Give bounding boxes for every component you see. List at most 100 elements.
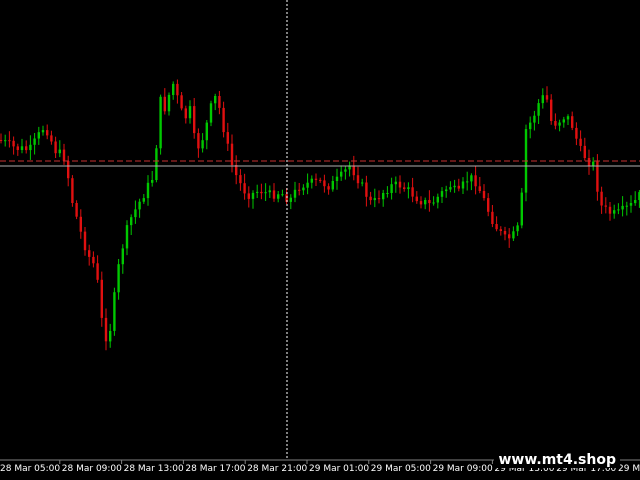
candle-body-59	[247, 193, 250, 199]
candle-body-34	[142, 198, 145, 202]
candle-body-32	[134, 209, 137, 218]
candle-body-117	[491, 211, 494, 224]
candle-body-94	[394, 181, 397, 185]
candle-body-100	[419, 201, 423, 205]
candle-body-65	[272, 190, 276, 199]
candle-body-136	[571, 116, 574, 128]
candle-body-25	[104, 317, 108, 342]
candle-body-124	[520, 192, 523, 226]
candle-body-80	[335, 176, 339, 181]
candle-body-105	[440, 191, 444, 197]
candle-body-129	[541, 95, 544, 104]
candle-body-101	[424, 200, 427, 205]
candle-body-51	[214, 96, 217, 104]
candle-body-43	[180, 95, 183, 109]
candle-body-127	[533, 115, 536, 123]
candle-body-139	[583, 145, 586, 158]
candle-body-146	[613, 210, 616, 214]
candle-body-86	[361, 182, 364, 184]
candle-body-28	[117, 264, 120, 293]
candle-body-70	[293, 189, 297, 198]
candle-body-8	[33, 138, 36, 145]
candle-body-74	[310, 178, 313, 183]
candle-body-99	[415, 196, 418, 202]
candle-body-92	[386, 193, 389, 194]
time-tick-label-7: 29 Mar 09:00	[433, 464, 493, 474]
candle-body-35	[146, 182, 150, 199]
candle-body-116	[487, 198, 490, 212]
candle-body-115	[482, 191, 486, 199]
candle-body-36	[151, 180, 154, 183]
candle-body-1	[4, 140, 7, 142]
candle-body-4	[16, 146, 19, 150]
candle-body-107	[449, 187, 452, 190]
candle-body-37	[155, 148, 158, 180]
candle-body-3	[12, 140, 15, 147]
candle-body-144	[604, 205, 607, 207]
candle-body-87	[365, 182, 368, 197]
candle-body-48	[201, 140, 204, 149]
candle-body-40	[167, 94, 171, 112]
candle-body-111	[466, 181, 469, 183]
candle-body-126	[529, 122, 532, 130]
candle-body-61	[256, 191, 259, 193]
candle-body-58	[243, 183, 246, 194]
candlestick-chart-svg[interactable]: 28 Mar 05:00 28 Mar 09:00 28 Mar 13:00 28 M…	[0, 0, 640, 480]
candle-body-52	[218, 96, 221, 108]
candle-body-109	[457, 185, 460, 189]
time-tick-label-5: 29 Mar 01:00	[309, 464, 369, 474]
candle-body-79	[331, 181, 334, 190]
candle-body-54	[226, 132, 229, 144]
candle-body-53	[222, 107, 225, 133]
time-tick-label-1: 28 Mar 09:00	[62, 464, 122, 474]
candle-body-62	[260, 191, 263, 194]
candle-body-77	[323, 180, 326, 187]
candle-body-19	[79, 216, 82, 232]
candle-body-119	[499, 229, 502, 231]
candle-body-143	[600, 191, 603, 206]
candle-body-78	[327, 186, 330, 190]
candle-body-55	[230, 143, 234, 165]
price-chart[interactable]: 28 Mar 05:00 28 Mar 09:00 28 Mar 13:00 28 M…	[0, 0, 640, 480]
candle-body-12	[50, 135, 53, 142]
candle-body-82	[344, 169, 347, 172]
candle-body-27	[113, 292, 116, 331]
candle-body-0	[0, 140, 3, 141]
candle-body-81	[340, 171, 343, 177]
time-tick-label-6: 29 Mar 05:00	[371, 464, 431, 474]
candle-body-50	[209, 103, 213, 123]
candle-body-121	[508, 234, 511, 239]
candle-body-64	[268, 190, 271, 193]
candle-body-90	[377, 198, 381, 200]
candle-body-102	[428, 200, 431, 204]
candle-body-11	[46, 130, 49, 136]
candle-body-24	[100, 279, 103, 318]
candle-body-122	[512, 231, 515, 239]
candle-body-21	[88, 250, 91, 257]
time-tick-label-2: 28 Mar 13:00	[124, 464, 184, 474]
candle-body-69	[289, 197, 292, 202]
chart-background	[0, 0, 640, 480]
candle-body-88	[369, 196, 372, 201]
candle-body-9	[37, 132, 40, 139]
candle-body-47	[197, 133, 200, 149]
candle-body-106	[445, 189, 448, 192]
candle-body-128	[537, 103, 540, 116]
candle-body-18	[75, 203, 78, 217]
candle-body-38	[159, 96, 162, 149]
candle-body-147	[617, 209, 620, 211]
candle-body-31	[130, 217, 133, 226]
candle-body-76	[319, 179, 322, 181]
candle-body-150	[629, 203, 633, 206]
candle-body-33	[138, 201, 141, 210]
candle-body-13	[54, 141, 57, 154]
candle-body-30	[125, 225, 129, 249]
candle-body-130	[545, 95, 549, 100]
candle-body-67	[281, 194, 284, 196]
candle-body-45	[188, 106, 192, 119]
candle-body-23	[96, 263, 99, 280]
candle-body-151	[634, 200, 637, 204]
candle-body-138	[579, 138, 582, 146]
candle-body-42	[176, 83, 179, 96]
candle-body-56	[235, 165, 238, 176]
